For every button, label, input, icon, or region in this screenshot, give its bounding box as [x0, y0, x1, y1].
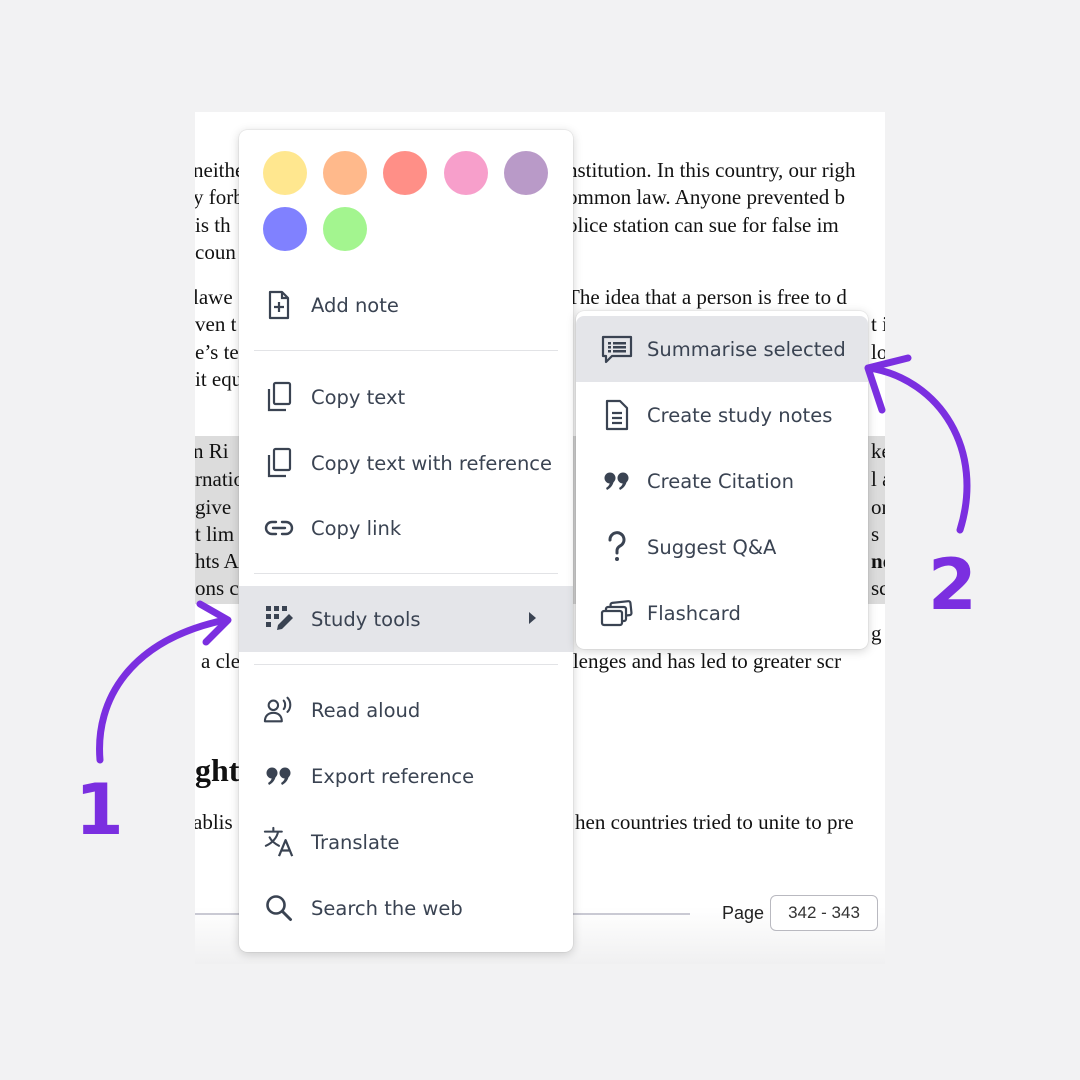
annotation-arrows	[96, 354, 971, 764]
arrow-2	[866, 364, 971, 534]
step-number-1: 1	[75, 769, 124, 851]
arrow-2-head	[864, 354, 912, 414]
step-number-2: 2	[928, 544, 977, 626]
